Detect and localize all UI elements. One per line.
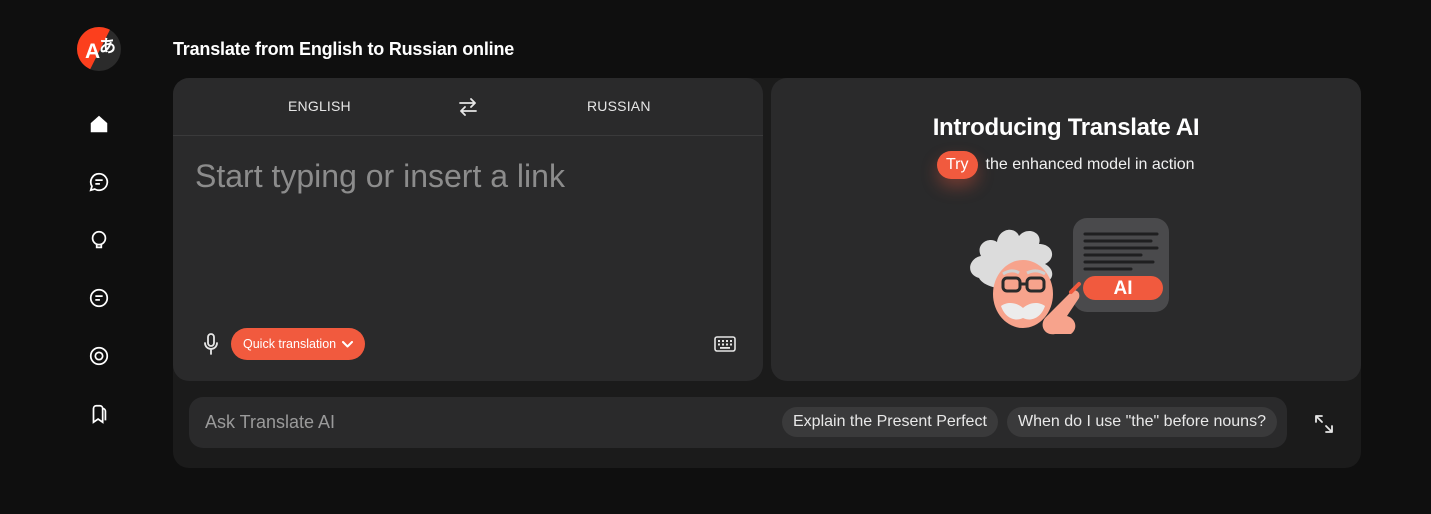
- logo-latin-glyph: A: [85, 40, 101, 63]
- translation-mode-label: Quick translation: [243, 337, 337, 351]
- suggestion-chip[interactable]: Explain the Present Perfect: [782, 407, 998, 437]
- sidebar-item-camera[interactable]: [83, 340, 115, 372]
- microphone-icon: [204, 333, 218, 355]
- ask-ai-input[interactable]: [205, 397, 765, 448]
- camera-lens-icon: [89, 346, 109, 366]
- ai-badge-text: AI: [1114, 278, 1133, 299]
- professor-ai-illustration: AI: [970, 218, 1169, 335]
- text-message-icon: [89, 288, 109, 308]
- sidebar-item-home[interactable]: [83, 108, 115, 140]
- swap-languages-button[interactable]: [456, 95, 480, 119]
- chat-bubbles-icon: [89, 172, 109, 192]
- bookmarks-icon: [92, 404, 107, 424]
- source-text-input[interactable]: [195, 158, 741, 308]
- lightbulb-icon: [91, 230, 107, 249]
- virtual-keyboard-button[interactable]: [713, 333, 737, 355]
- translate-panel: ENGLISH RUSSIAN Quick translation: [173, 78, 763, 381]
- keyboard-icon: [714, 336, 736, 352]
- swap-arrows-icon: [459, 98, 477, 116]
- sidebar-item-bookmarks[interactable]: [83, 398, 115, 430]
- promo-subtitle: the enhanced model in action: [985, 156, 1195, 173]
- chevron-down-icon: [342, 340, 354, 347]
- home-icon: [90, 115, 108, 133]
- translation-mode-button[interactable]: Quick translation: [231, 328, 366, 360]
- suggestion-chip[interactable]: When do I use "the" before nouns?: [1007, 407, 1277, 437]
- ask-ai-bar: Explain the Present Perfect When do I us…: [189, 397, 1287, 448]
- expand-button[interactable]: [1311, 411, 1337, 437]
- sidebar-item-text[interactable]: [83, 282, 115, 314]
- logo-kana-glyph: あ: [99, 37, 116, 57]
- source-language-selector[interactable]: ENGLISH: [288, 98, 351, 114]
- app-logo[interactable]: A あ: [77, 27, 121, 71]
- promo-title: Introducing Translate AI: [932, 114, 1200, 141]
- promo-subtitle-row: Try the enhanced model in action: [937, 150, 1195, 180]
- translate-ai-promo-card[interactable]: Introducing Translate AI Try the enhance…: [771, 78, 1361, 381]
- sidebar: A あ: [0, 0, 196, 514]
- page-title: Translate from English to Russian online: [173, 39, 515, 59]
- voice-input-button[interactable]: [199, 331, 223, 357]
- sidebar-item-chat[interactable]: [83, 166, 115, 198]
- language-bar: ENGLISH RUSSIAN: [173, 78, 763, 136]
- app-root: A あ Translate from English to Russian on…: [0, 0, 1431, 514]
- sidebar-item-lightbulb[interactable]: [83, 224, 115, 256]
- target-language-selector[interactable]: RUSSIAN: [587, 98, 651, 114]
- expand-arrows-icon: [1315, 415, 1333, 433]
- try-button[interactable]: Try: [937, 151, 978, 179]
